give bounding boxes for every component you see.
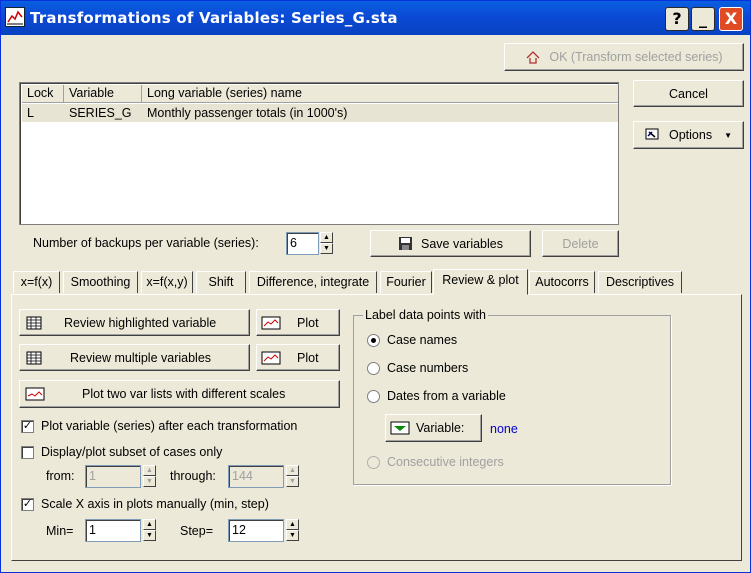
dropdown-arrow-icon: ▼ <box>724 130 732 140</box>
options-button-label: Options <box>668 128 713 142</box>
from-input[interactable]: 1 <box>85 465 141 488</box>
dates-from-variable-label: Dates from a variable <box>387 389 506 403</box>
step-label: Step= <box>180 524 214 538</box>
step-spinner[interactable]: ▲ ▼ <box>286 519 299 542</box>
app-icon <box>5 7 25 27</box>
min-input[interactable]: 1 <box>85 519 141 542</box>
step-input[interactable]: 12 <box>228 519 284 542</box>
spin-down-icon[interactable]: ▼ <box>286 476 299 487</box>
plot-button-1[interactable]: Plot <box>256 309 340 336</box>
variable-list[interactable]: Lock Variable Long variable (series) nam… <box>19 82 619 225</box>
tab-x-fxy[interactable]: x=f(x,y) <box>141 271 193 293</box>
tab-x-fx[interactable]: x=f(x) <box>13 271 60 293</box>
plot-button-2[interactable]: Plot <box>256 344 340 371</box>
dialog-window: Transformations of Variables: Series_G.s… <box>0 0 751 573</box>
label-group-title: Label data points with <box>363 308 488 322</box>
tab-fourier[interactable]: Fourier <box>380 271 432 293</box>
ok-transform-button[interactable]: OK (Transform selected series) <box>504 43 744 71</box>
minimize-button[interactable]: _ <box>691 7 715 31</box>
tab-difference-integrate[interactable]: Difference, integrate <box>249 271 377 293</box>
dates-from-variable-radio[interactable] <box>367 390 380 403</box>
floppy-disk-icon <box>398 236 413 251</box>
spin-up-icon[interactable]: ▲ <box>286 519 299 530</box>
through-label: through: <box>170 469 216 483</box>
column-header-long-name[interactable]: Long variable (series) name <box>142 85 618 103</box>
variable-select-button[interactable]: Variable: <box>385 414 482 442</box>
list-header: Lock Variable Long variable (series) nam… <box>22 85 618 103</box>
spreadsheet-icon <box>26 316 42 330</box>
spin-down-icon[interactable]: ▼ <box>143 476 156 487</box>
review-multiple-button[interactable]: Review multiple variables <box>19 344 250 371</box>
plot-two-lists-label: Plot two var lists with different scales <box>82 387 286 401</box>
review-multiple-label: Review multiple variables <box>70 350 212 365</box>
table-row[interactable]: L SERIES_G Monthly passenger totals (in … <box>22 104 618 122</box>
plot-after-each-checkbox[interactable]: ✓ <box>21 420 34 433</box>
variable-value: none <box>490 422 518 436</box>
line-chart-icon <box>25 387 45 401</box>
help-button[interactable]: ? <box>665 7 689 31</box>
case-numbers-radio[interactable] <box>367 362 380 375</box>
line-chart-icon <box>261 316 281 330</box>
display-subset-label: Display/plot subset of cases only <box>41 445 223 459</box>
spin-up-icon[interactable]: ▲ <box>143 519 156 530</box>
display-subset-checkbox[interactable] <box>21 446 34 459</box>
column-header-lock[interactable]: Lock <box>22 85 64 103</box>
ok-button-label: OK (Transform selected series) <box>549 50 723 64</box>
row-long-name: Monthly passenger totals (in 1000's) <box>147 106 348 120</box>
variable-picker-icon <box>390 421 410 435</box>
from-spinner[interactable]: ▲ ▼ <box>143 465 156 488</box>
backups-spinner[interactable]: ▲ ▼ <box>320 232 333 255</box>
tab-review-plot[interactable]: Review & plot <box>433 269 528 295</box>
title-bar[interactable]: Transformations of Variables: Series_G.s… <box>1 1 750 35</box>
close-button[interactable]: X <box>719 7 743 31</box>
through-spinner[interactable]: ▲ ▼ <box>286 465 299 488</box>
spin-up-icon[interactable]: ▲ <box>320 232 333 243</box>
review-highlighted-button[interactable]: Review highlighted variable <box>19 309 250 336</box>
through-input[interactable]: 144 <box>228 465 284 488</box>
spreadsheet-icon <box>26 351 42 365</box>
spin-up-icon[interactable]: ▲ <box>143 465 156 476</box>
line-chart-icon <box>261 351 281 365</box>
arrow-up-icon <box>525 50 541 64</box>
case-names-label: Case names <box>387 333 458 347</box>
spin-down-icon[interactable]: ▼ <box>320 243 333 254</box>
plot-button-2-label: Plot <box>297 350 319 365</box>
plot-two-lists-button[interactable]: Plot two var lists with different scales <box>19 380 340 408</box>
cancel-button-label: Cancel <box>669 86 708 101</box>
spin-up-icon[interactable]: ▲ <box>286 465 299 476</box>
consecutive-integers-radio[interactable] <box>367 456 380 469</box>
backups-label: Number of backups per variable (series): <box>33 236 259 250</box>
tab-autocorrs[interactable]: Autocorrs <box>529 271 595 293</box>
row-lock: L <box>27 106 34 120</box>
cancel-button[interactable]: Cancel <box>633 80 744 107</box>
consecutive-integers-label: Consecutive integers <box>387 455 504 469</box>
tab-shift[interactable]: Shift <box>196 271 246 293</box>
window-title: Transformations of Variables: Series_G.s… <box>30 9 398 27</box>
min-label: Min= <box>46 524 74 538</box>
case-numbers-label: Case numbers <box>387 361 469 375</box>
delete-button-label: Delete <box>562 236 599 251</box>
plot-button-1-label: Plot <box>297 315 319 330</box>
min-spinner[interactable]: ▲ ▼ <box>143 519 156 542</box>
tab-descriptives[interactable]: Descriptives <box>598 271 682 293</box>
spin-down-icon[interactable]: ▼ <box>286 530 299 541</box>
delete-button[interactable]: Delete <box>542 230 619 257</box>
row-variable: SERIES_G <box>69 106 132 120</box>
options-button[interactable]: Options ▼ <box>633 121 744 149</box>
backups-input[interactable]: 6 <box>286 232 319 255</box>
scale-x-checkbox[interactable]: ✓ <box>21 498 34 511</box>
column-header-variable[interactable]: Variable <box>64 85 142 103</box>
spin-down-icon[interactable]: ▼ <box>143 530 156 541</box>
from-label: from: <box>46 469 75 483</box>
save-variables-label: Save variables <box>421 236 503 251</box>
review-highlighted-label: Review highlighted variable <box>64 315 217 330</box>
variable-button-label: Variable: <box>416 421 465 435</box>
scale-x-label: Scale X axis in plots manually (min, ste… <box>41 497 269 511</box>
save-variables-button[interactable]: Save variables <box>370 230 531 257</box>
tab-smoothing[interactable]: Smoothing <box>63 271 138 293</box>
options-icon <box>645 128 661 142</box>
plot-after-each-label: Plot variable (series) after each transf… <box>41 419 298 433</box>
case-names-radio[interactable] <box>367 334 380 347</box>
